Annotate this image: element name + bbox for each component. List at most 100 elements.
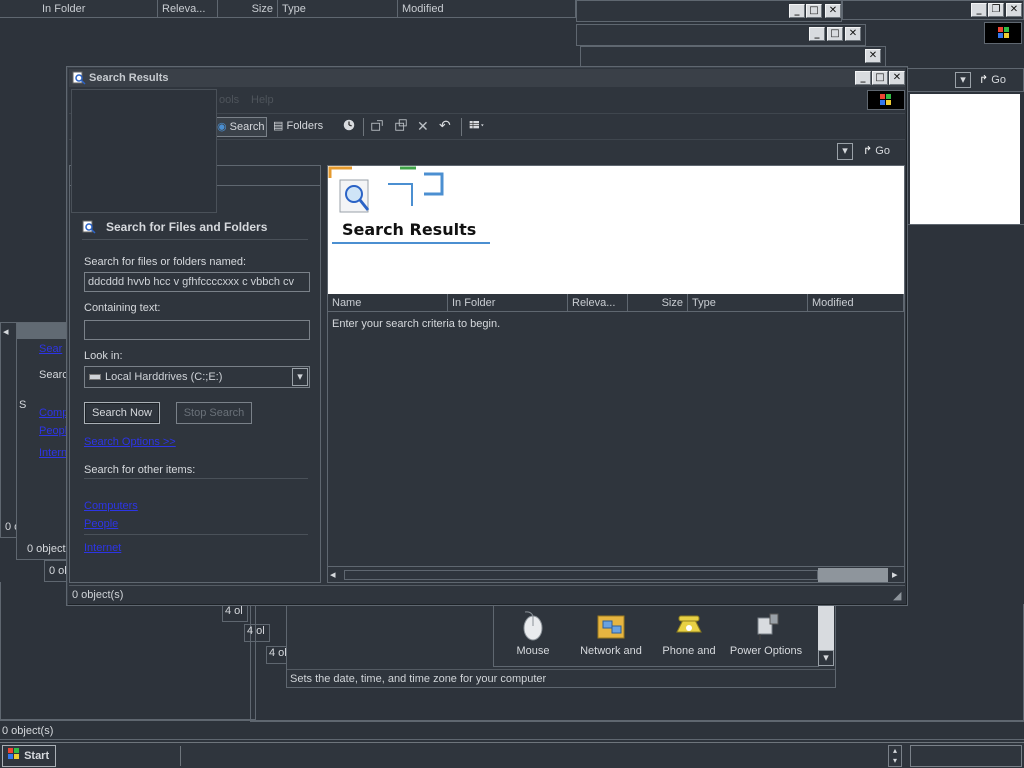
- control-panel-item-mouse[interactable]: Mouse: [500, 610, 566, 664]
- other-link-computers[interactable]: Computers: [84, 500, 138, 512]
- search-files-icon: [82, 220, 96, 234]
- containing-input[interactable]: [84, 320, 310, 340]
- bg-col-type[interactable]: Type: [278, 0, 398, 18]
- bg-address-bar: ▾ ↱ Go: [906, 68, 1024, 92]
- other-link-people[interactable]: People: [84, 518, 118, 530]
- minimize-icon[interactable]: _: [809, 27, 825, 41]
- results-hscrollbar[interactable]: ◂ ▸: [328, 566, 904, 582]
- bg-col-size[interactable]: Size: [218, 0, 278, 18]
- resize-grip-icon[interactable]: ◢: [893, 589, 901, 602]
- control-panel-status: Sets the date, time, and time zone for y…: [287, 669, 835, 687]
- lookin-select[interactable]: Local Harddrives (C:;E:) ▾: [84, 366, 310, 388]
- menu-tools[interactable]: ools: [219, 94, 239, 106]
- control-panel-item-power[interactable]: Power Options: [726, 610, 806, 664]
- scroll-left-icon[interactable]: ◂: [3, 325, 15, 339]
- search-options-link[interactable]: Search Options >>: [84, 436, 176, 448]
- search-pane: Search for Files and Folders Search for …: [69, 165, 321, 583]
- bg-left-window-2: Sear Searc S Comp Peopl Intern 0 object: [16, 322, 71, 560]
- close-icon[interactable]: ✕: [865, 49, 881, 63]
- bg-left-item-2: S: [19, 399, 27, 411]
- results-banner-title: Search Results: [342, 220, 477, 239]
- stop-search-button[interactable]: Stop Search: [176, 402, 252, 424]
- go-arrow-icon: ↱: [979, 74, 989, 86]
- minimize-icon[interactable]: _: [789, 4, 805, 18]
- close-icon[interactable]: ✕: [825, 4, 841, 18]
- named-input[interactable]: ddcddd hvvb hcc v gfhfccccxxx c vbbch cv: [84, 272, 310, 292]
- scroll-down-icon[interactable]: ▾: [818, 650, 834, 666]
- copy-to-icon[interactable]: [393, 118, 409, 132]
- bg-window-caption-4: ✕: [580, 46, 886, 68]
- maximize-icon[interactable]: □: [872, 71, 888, 85]
- bg-left-link-internet[interactable]: Intern: [39, 447, 67, 459]
- col-in-folder[interactable]: In Folder: [448, 294, 568, 312]
- named-label: Search for files or folders named:: [84, 256, 247, 268]
- close-icon[interactable]: ✕: [1006, 3, 1022, 17]
- scroll-thumb[interactable]: [818, 568, 888, 582]
- col-size[interactable]: Size: [628, 294, 688, 312]
- results-pane: Search Results Name In Folder Releva... …: [327, 165, 905, 583]
- folders-button[interactable]: ▤ Folders: [271, 117, 331, 137]
- toolbar-separator: [461, 118, 462, 136]
- maximize-icon[interactable]: □: [827, 27, 843, 41]
- search-button[interactable]: ◉ Search: [213, 117, 267, 137]
- bg-link[interactable]: Sear: [39, 343, 62, 355]
- delete-icon[interactable]: ✕: [417, 118, 429, 135]
- bg-status-4: 4 ol: [222, 604, 248, 622]
- close-icon[interactable]: ✕: [889, 71, 905, 85]
- window-titlebar[interactable]: Search Results _ □ ✕: [69, 69, 905, 87]
- col-modified[interactable]: Modified: [808, 294, 904, 312]
- bg-col-modified[interactable]: Modified: [398, 0, 576, 18]
- search-now-button[interactable]: Search Now: [84, 402, 160, 424]
- bg-window-caption-3: _ □ ✕: [576, 24, 866, 46]
- bg-col-relevance[interactable]: Releva...: [158, 0, 218, 18]
- go-button[interactable]: ↱ Go: [863, 143, 890, 160]
- lookin-dropdown-arrow-icon[interactable]: ▾: [292, 368, 308, 386]
- scroll-left-icon[interactable]: ◂: [330, 568, 336, 581]
- maximize-icon[interactable]: □: [806, 4, 822, 18]
- control-panel-item-phone[interactable]: Phone and: [654, 610, 724, 664]
- col-relevance[interactable]: Releva...: [568, 294, 628, 312]
- control-panel-scrollbar[interactable]: ▾: [818, 606, 834, 666]
- menu-help[interactable]: Help: [251, 94, 274, 106]
- search-banner-art-icon: [328, 166, 444, 213]
- close-icon[interactable]: ✕: [845, 27, 861, 41]
- bg-left-link-people[interactable]: Peopl: [39, 425, 67, 437]
- folders-icon: ▤: [273, 120, 284, 132]
- go-arrow-icon: ↱: [863, 145, 873, 157]
- restore-icon[interactable]: ❐: [988, 3, 1004, 17]
- divider: [84, 534, 308, 535]
- other-link-internet[interactable]: Internet: [84, 542, 121, 554]
- search-results-window: Search Results _ □ ✕ ools Help ◉ Search …: [66, 66, 908, 606]
- system-tray: [910, 745, 1022, 767]
- start-button[interactable]: Start: [2, 745, 56, 767]
- toolbar-separator: [363, 118, 364, 136]
- power-icon: [757, 613, 779, 640]
- undo-icon[interactable]: ↶: [439, 117, 451, 134]
- minimize-icon[interactable]: _: [971, 3, 987, 17]
- scroll-track[interactable]: [344, 570, 818, 580]
- bg-status-3: 0 ol: [49, 565, 67, 577]
- bg-go-button[interactable]: ↱ Go: [979, 72, 1006, 88]
- scroll-right-icon[interactable]: ▸: [892, 568, 898, 581]
- bg-status-2: 0 object: [27, 543, 66, 555]
- address-dropdown-arrow-icon[interactable]: ▾: [837, 143, 853, 160]
- containing-label: Containing text:: [84, 302, 161, 314]
- views-icon[interactable]: [469, 118, 485, 132]
- tray-scroll[interactable]: ▴ ▾: [888, 745, 902, 767]
- control-panel-item-network[interactable]: Network and: [574, 610, 648, 664]
- windows-start-icon: [8, 748, 19, 759]
- bg-divider: [906, 224, 1024, 238]
- col-type[interactable]: Type: [688, 294, 808, 312]
- minimize-icon[interactable]: _: [855, 71, 871, 85]
- window-status-bar: 0 object(s): [69, 585, 905, 603]
- bg-left-link-comp[interactable]: Comp: [39, 407, 68, 419]
- bg-window-caption-1: _ □ ✕: [576, 0, 842, 22]
- bg-bottom-status: 0 object(s): [0, 720, 1024, 740]
- windows-logo-icon: [984, 22, 1022, 44]
- history-icon[interactable]: [341, 118, 357, 132]
- move-to-icon[interactable]: [369, 118, 385, 132]
- results-column-headers: Name In Folder Releva... Size Type Modif…: [328, 294, 904, 312]
- col-name[interactable]: Name: [328, 294, 448, 312]
- bg-col-in-folder[interactable]: In Folder: [38, 0, 158, 18]
- dropdown-arrow-icon[interactable]: ▾: [955, 72, 971, 88]
